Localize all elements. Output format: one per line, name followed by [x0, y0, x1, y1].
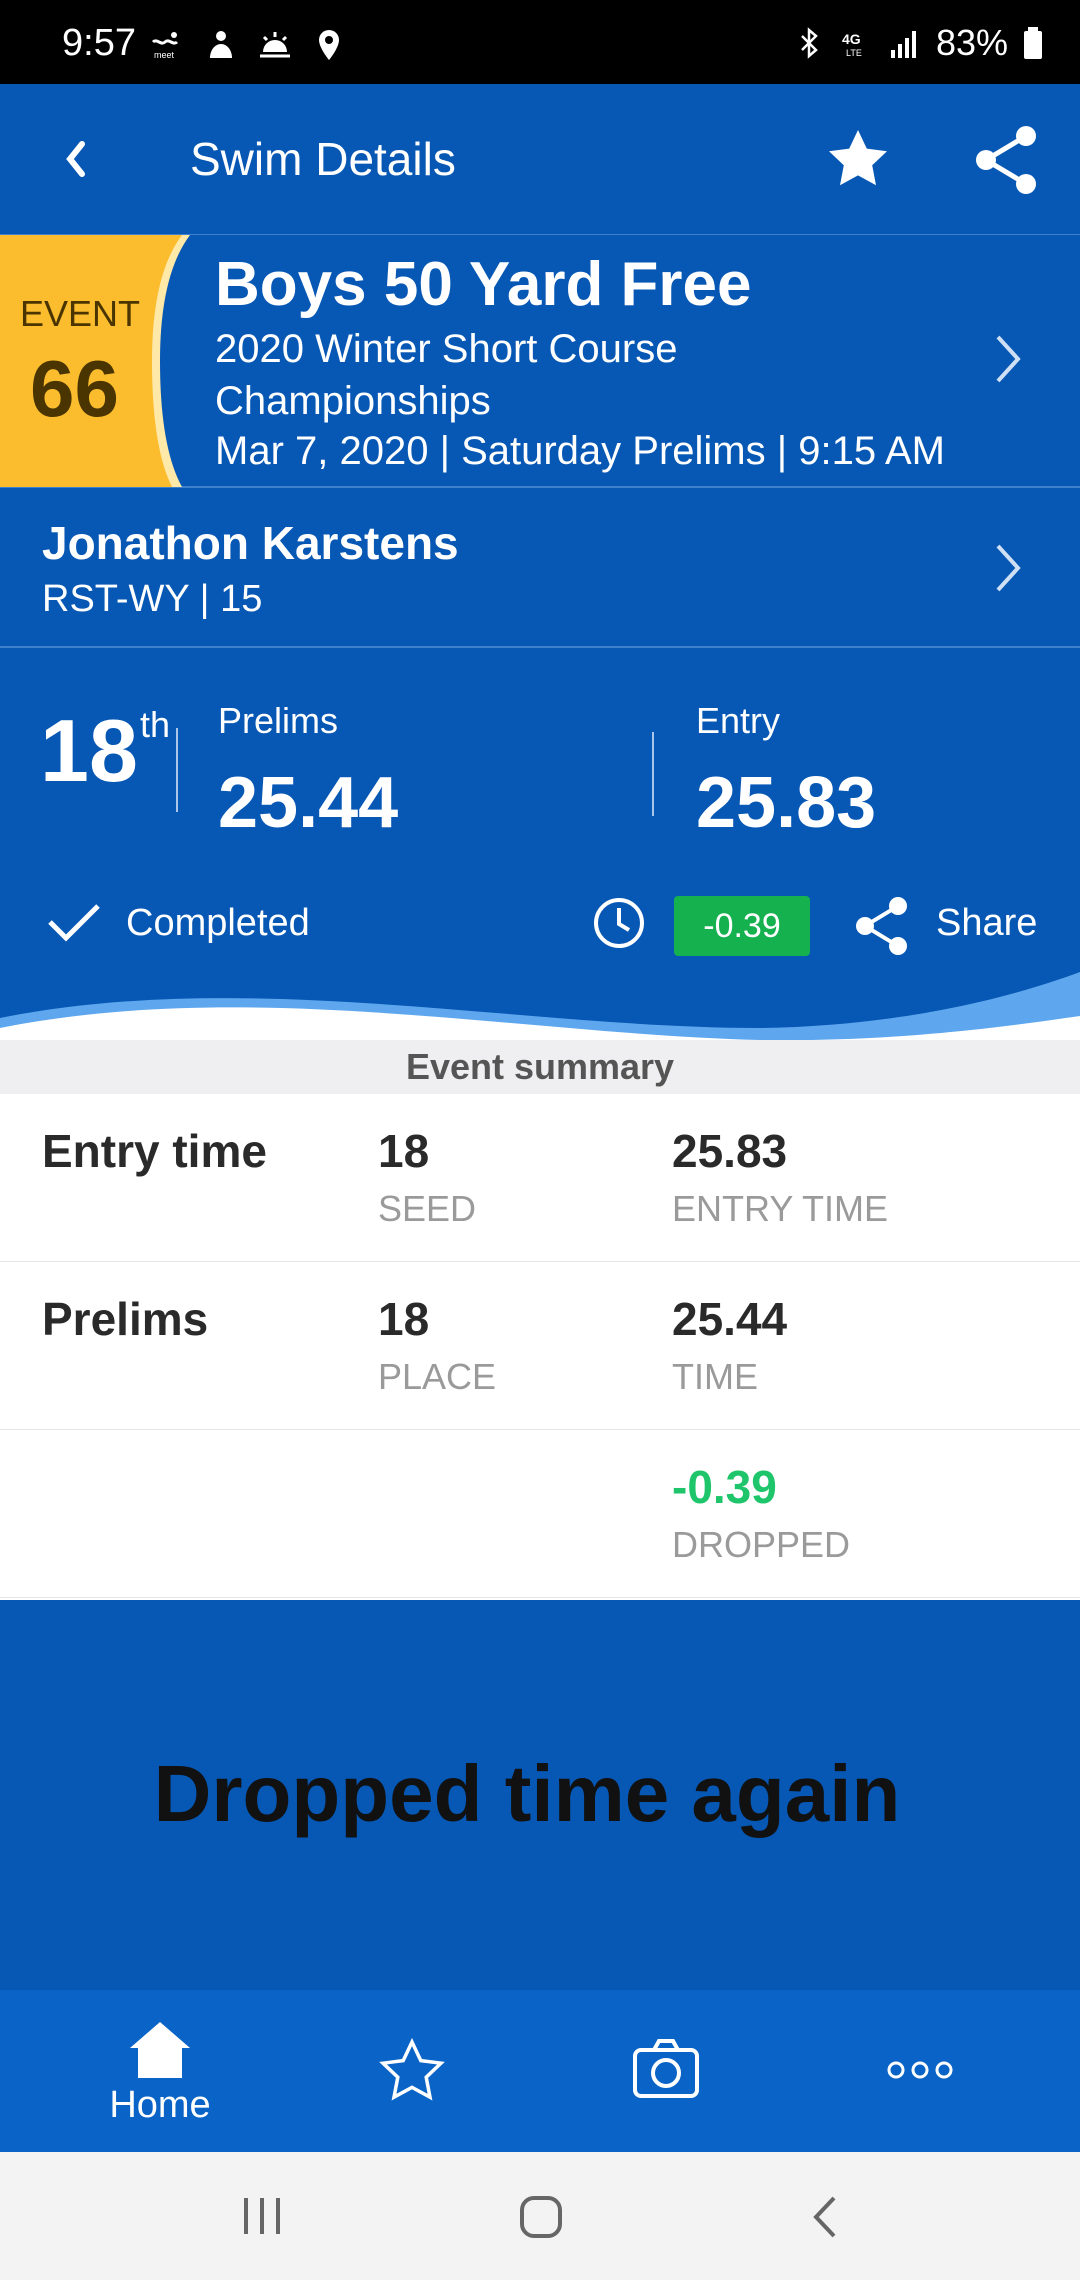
home-icon	[130, 2022, 190, 2078]
clock-icon	[594, 898, 644, 948]
divider	[176, 728, 178, 812]
summary-row-dropped: -0.39 DROPPED	[0, 1430, 1080, 1598]
event-number: 66	[30, 344, 119, 433]
home-button-icon[interactable]	[518, 2194, 564, 2240]
system-back-icon[interactable]	[806, 2194, 846, 2240]
swimmer-team-age: RST-WY | 15	[42, 578, 263, 620]
camera-icon	[633, 2039, 699, 2098]
signal-icon	[890, 31, 916, 58]
lte-icon: 4GLTE	[842, 31, 862, 58]
nav-favorites[interactable]	[312, 1990, 512, 2152]
swimmer-name: Jonathon Karstens	[42, 517, 459, 569]
star-icon	[379, 2038, 445, 2101]
event-title: Boys 50 Yard Free	[215, 250, 752, 319]
promo-banner[interactable]: Dropped time again	[0, 1600, 1080, 1990]
page-title: Swim Details	[190, 133, 456, 185]
dropped-value: -0.39	[672, 1461, 777, 1513]
chevron-right-icon	[996, 335, 1021, 383]
entry-label: Entry	[696, 700, 781, 741]
back-icon[interactable]	[48, 126, 108, 192]
recent-apps-icon[interactable]	[240, 2196, 284, 2236]
status-bar: 9:57 meet 4G LTE 83%	[0, 0, 1080, 84]
notification-icons: meet	[150, 28, 346, 62]
divider	[652, 732, 654, 816]
chevron-right-icon	[996, 544, 1021, 592]
svg-text:LTE: LTE	[846, 48, 862, 58]
summary-row-prelims: Prelims 18 PLACE 25.44 TIME	[0, 1262, 1080, 1430]
entry-time-value: 25.83	[672, 1125, 788, 1177]
prelims-time: 25.44	[218, 763, 399, 843]
entry-time: 25.83	[696, 763, 877, 843]
meet-name: 2020 Winter Short Course Championships	[215, 327, 678, 423]
place-suffix: th	[140, 704, 171, 745]
wave-divider	[0, 972, 1080, 1048]
time-delta-badge: -0.39	[674, 896, 810, 956]
battery-icon	[1024, 27, 1042, 59]
svg-text:meet: meet	[154, 50, 175, 60]
app-notification-icon	[210, 31, 232, 58]
svg-text:4G: 4G	[842, 31, 861, 47]
row-label: Entry time	[42, 1125, 267, 1177]
status-completed: Completed	[126, 902, 310, 944]
banner-text: Dropped time again	[153, 1749, 901, 1838]
entry-time-caption: ENTRY TIME	[672, 1188, 889, 1229]
nav-camera[interactable]	[566, 1990, 766, 2152]
summary-header: Event summary	[0, 1040, 1080, 1094]
more-icon	[887, 2061, 953, 2079]
swimmer-row[interactable]: Jonathon Karstens RST-WY | 15	[0, 488, 1080, 648]
seed-value: 18	[378, 1125, 430, 1177]
place-number: 18	[40, 701, 138, 800]
status-time: 9:57	[62, 22, 136, 64]
seed-caption: SEED	[378, 1188, 477, 1229]
prelims-label: Prelims	[218, 700, 339, 741]
row-label: Prelims	[42, 1293, 209, 1345]
system-icons: 4G LTE 83%	[792, 22, 1044, 64]
nav-home[interactable]: Home	[60, 1990, 260, 2152]
swim-meet-notification-icon: meet	[151, 32, 179, 60]
event-header[interactable]: EVENT 66 Boys 50 Yard Free 2020 Winter S…	[0, 234, 1080, 488]
battery-percent: 83%	[935, 22, 1008, 63]
nav-home-label: Home	[109, 2084, 211, 2126]
system-navigation-bar	[0, 2152, 1080, 2280]
weather-icon	[260, 32, 290, 58]
time-value: 25.44	[672, 1293, 788, 1345]
share-button[interactable]: Share	[936, 902, 1037, 945]
app-bar: Swim Details	[0, 84, 1080, 234]
event-badge-label: EVENT	[20, 293, 141, 334]
event-date: Mar 7, 2020 | Saturday Prelims | 9:15 AM	[215, 429, 945, 473]
nav-more[interactable]	[820, 1990, 1020, 2152]
dropped-caption: DROPPED	[672, 1524, 851, 1565]
summary-row-entry: Entry time 18 SEED 25.83 ENTRY TIME	[0, 1094, 1080, 1262]
share-icon[interactable]	[970, 122, 1042, 198]
favorite-star-icon[interactable]	[822, 124, 894, 196]
location-icon	[319, 30, 339, 60]
check-icon	[48, 904, 100, 942]
results-panel: 18 th Prelims 25.44 Entry 25.83 Complete…	[0, 648, 1080, 1048]
place-value: 18	[378, 1293, 430, 1345]
bottom-nav: Home	[0, 1990, 1080, 2152]
bluetooth-icon	[801, 27, 818, 59]
time-caption: TIME	[672, 1356, 758, 1397]
place-caption: PLACE	[378, 1356, 497, 1397]
